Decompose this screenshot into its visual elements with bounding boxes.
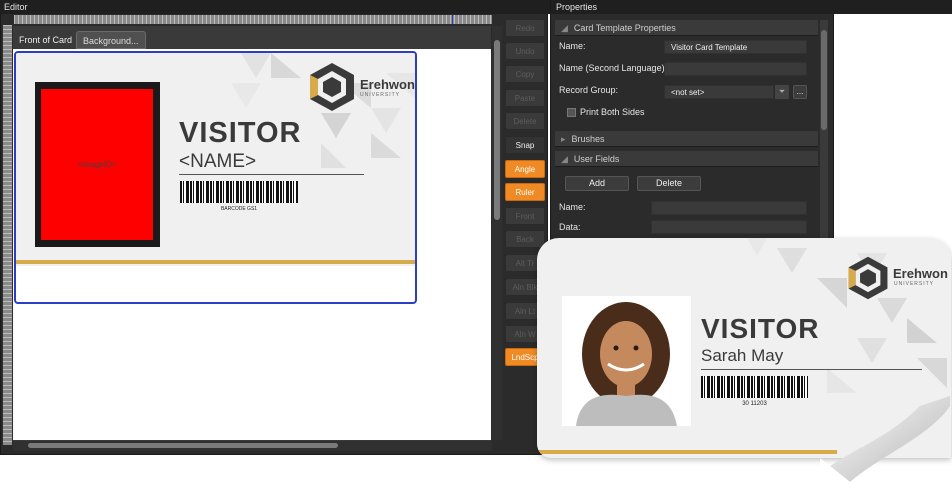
logo-sub: UNIVERSITY	[360, 92, 401, 98]
angle-button[interactable]: Angle	[505, 160, 545, 178]
properties-scroll-thumb[interactable]	[821, 30, 827, 130]
properties-title: Properties	[551, 0, 834, 14]
tab-front-of-card[interactable]: Front of Card	[13, 31, 79, 49]
name-placeholder[interactable]: <NAME>	[179, 151, 256, 173]
vertical-ruler	[3, 25, 12, 445]
add-button[interactable]: Add	[565, 176, 629, 191]
printed-barcode-number: 30 11203	[742, 401, 767, 407]
name-underline	[179, 174, 364, 175]
copy-button[interactable]: Copy	[505, 65, 545, 83]
redo-button[interactable]: Redo	[505, 19, 545, 37]
section-card-template-label: Card Template Properties	[573, 23, 676, 33]
person-photo-icon	[562, 296, 691, 426]
horizontal-ruler	[14, 15, 492, 24]
printed-logo-sub: UNIVERSITY	[894, 281, 935, 287]
expand-arrow-icon: ▸	[561, 134, 566, 144]
delete-button[interactable]: Delete	[505, 112, 545, 130]
dropdown-filter-icon[interactable]: ⏷	[775, 85, 789, 99]
section-user-fields[interactable]: ◢ User Fields	[555, 151, 818, 167]
print-both-sides-label: Print Both Sides	[580, 107, 645, 117]
name-second-language-field[interactable]	[664, 62, 807, 76]
undo-button[interactable]: Undo	[505, 42, 545, 60]
printed-name-underline	[701, 369, 922, 370]
front-button[interactable]: Front	[505, 207, 545, 225]
printed-logo-name: Erehwon	[893, 266, 948, 281]
user-field-data-label: Data:	[559, 222, 581, 232]
record-group-more-button[interactable]: ...	[793, 85, 807, 99]
record-group-label: Record Group:	[559, 85, 619, 95]
section-card-template[interactable]: ◢ Card Template Properties	[555, 20, 818, 36]
user-field-data-input[interactable]	[651, 220, 807, 234]
snap-button[interactable]: Snap	[505, 136, 545, 154]
vertical-scroll-thumb[interactable]	[494, 40, 500, 220]
user-field-name-label: Name:	[559, 202, 586, 212]
horizontal-scroll-thumb[interactable]	[28, 443, 338, 448]
erehwon-logo-icon	[310, 63, 354, 111]
tab-background[interactable]: Background...	[76, 31, 146, 49]
record-group-select[interactable]: <not set>	[664, 85, 774, 99]
gold-stripe	[537, 450, 837, 454]
page-curl-icon	[820, 396, 950, 482]
name-field[interactable]: Visitor Card Template	[664, 40, 807, 54]
back-button[interactable]: Back	[505, 230, 545, 248]
delete-user-field-button[interactable]: Delete	[637, 176, 701, 191]
section-brushes-label: Brushes	[571, 134, 605, 144]
image-placeholder[interactable]: <imageID>	[41, 89, 153, 240]
barcode-label: BARCODE GS1	[220, 206, 258, 212]
ruler-button[interactable]: Ruler	[505, 183, 545, 201]
card-template[interactable]: <imageID> Erehwon UNIVERSITY VISITOR <NA…	[14, 51, 417, 304]
user-field-name-input[interactable]	[651, 201, 807, 215]
ruler-marker	[452, 15, 453, 24]
collapse-arrow-icon: ◢	[561, 154, 568, 164]
erehwon-logo-icon	[848, 256, 888, 300]
collapse-arrow-icon: ◢	[561, 23, 568, 33]
barcode[interactable]	[180, 181, 298, 203]
logo-name: Erehwon	[360, 77, 415, 92]
section-user-fields-label: User Fields	[573, 154, 620, 164]
visitor-photo	[562, 296, 691, 426]
printed-visitor-name: Sarah May	[701, 346, 784, 365]
printed-barcode	[701, 376, 808, 398]
name-second-language-label: Name (Second Language):	[559, 63, 668, 73]
print-both-sides-checkbox[interactable]	[567, 108, 576, 117]
section-brushes[interactable]: ▸ Brushes	[555, 131, 818, 147]
visitor-label[interactable]: VISITOR	[179, 117, 302, 150]
name-label: Name:	[559, 41, 586, 51]
paste-button[interactable]: Paste	[505, 89, 545, 107]
gold-stripe	[16, 260, 415, 264]
printed-visitor-label: VISITOR	[701, 313, 820, 344]
